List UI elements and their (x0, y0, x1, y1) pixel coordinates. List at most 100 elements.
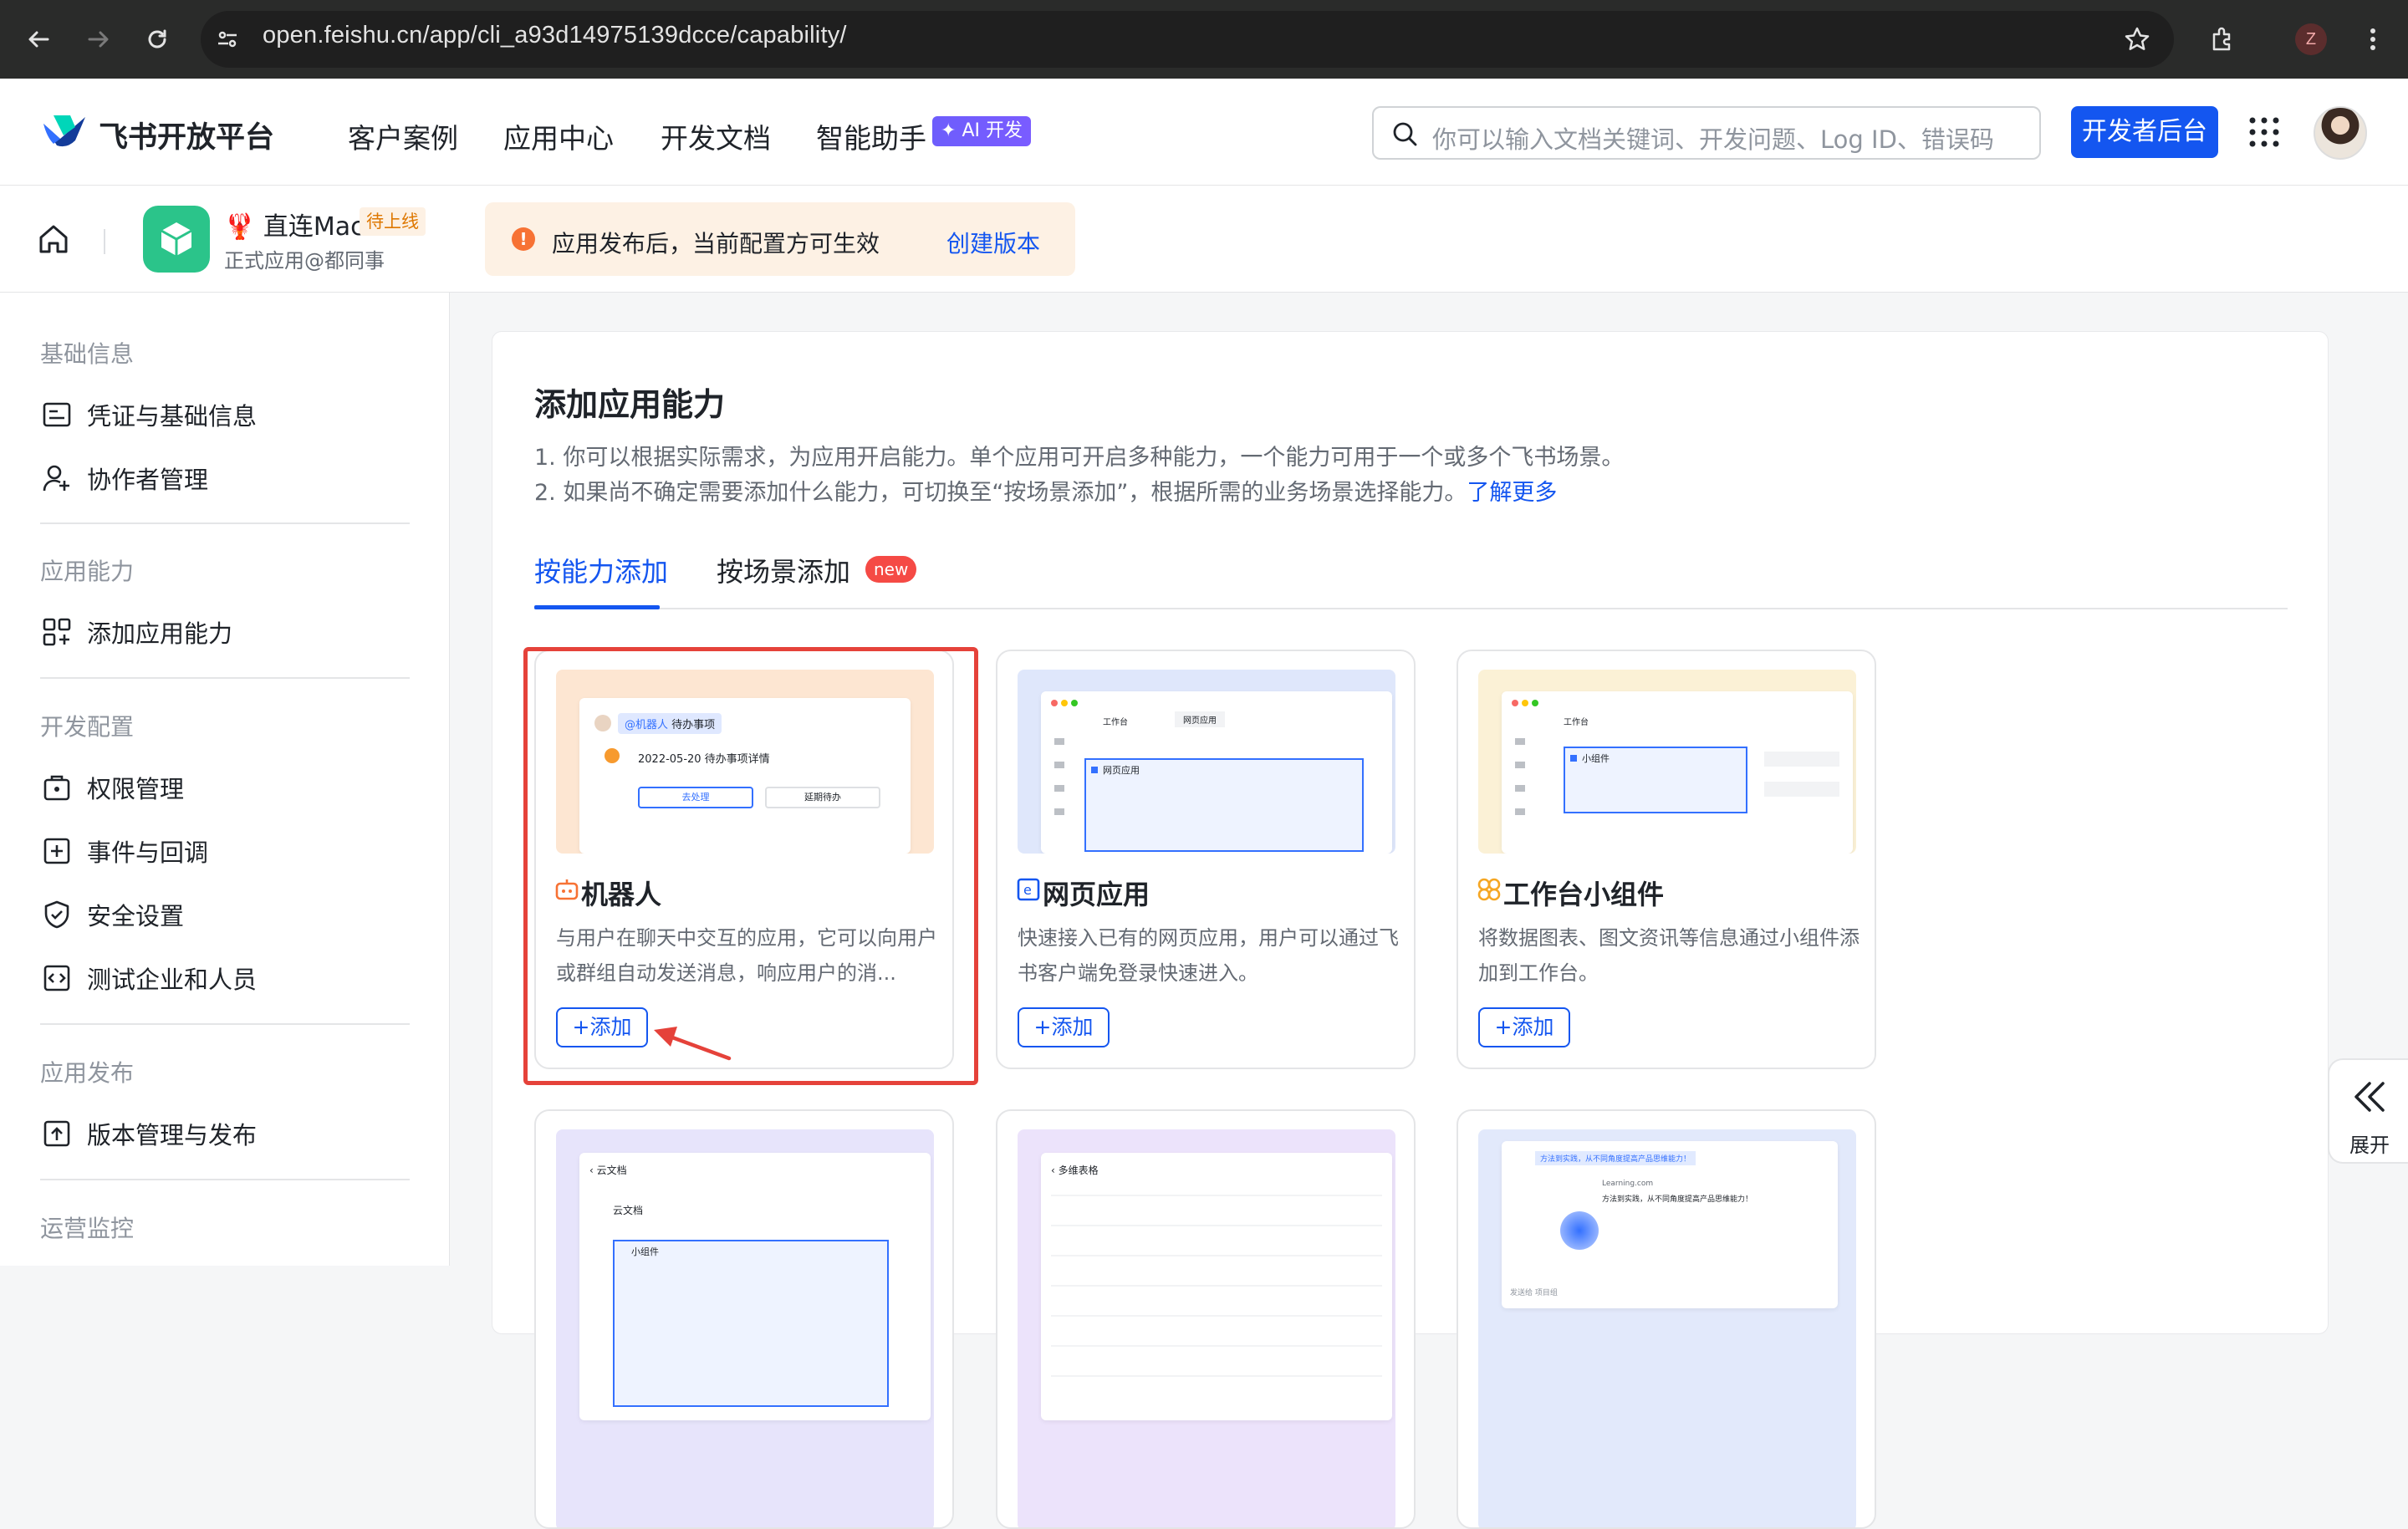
sidebar-item-label: 协作者管理 (87, 466, 209, 494)
sidebar-divider (40, 677, 410, 679)
window-preview: 工作台 网页应用 网页应用 (1041, 691, 1392, 854)
annotation-arrow-icon (654, 1027, 732, 1061)
sidebar-item-security[interactable]: 安全设置 (40, 894, 184, 935)
card-description: 快速接入已有的网页应用，用户可以通过飞书客户端免登录快速进入。 (1018, 926, 1399, 985)
learn-more-link[interactable]: 了解更多 (1467, 480, 1557, 506)
add-label: 添加 (1051, 1015, 1094, 1039)
tab-workspace: 工作台 (1564, 718, 1589, 727)
feishu-logo-icon[interactable] (42, 112, 89, 154)
highlight-box (523, 647, 978, 1085)
home-icon[interactable] (37, 222, 70, 259)
tab-by-capability[interactable]: 按能力添加 (534, 551, 668, 589)
sidebar-item-label: 事件与回调 (87, 838, 209, 867)
sidebar-group-dev-config: 开发配置 (40, 713, 135, 741)
docs-sub: 云文档 (613, 1205, 644, 1216)
svg-text:e: e (1023, 882, 1032, 898)
user-avatar[interactable] (2314, 106, 2367, 160)
base-head-text: 多维表格 (1058, 1165, 1099, 1176)
sidebar-item-test-tenants[interactable]: 测试企业和人员 (40, 958, 257, 998)
plus-icon: + (1033, 1015, 1052, 1039)
capability-card-widget[interactable]: 工作台 小组件 工作台小组件 将数据图表、图文资讯等信息通过小组件添加到工作台。… (1457, 650, 1876, 1069)
card-title: 网页应用 (1043, 879, 1150, 910)
link-line-2: 方法到实践，从不同角度提高产品思维能力！ (1602, 1195, 1753, 1204)
card-description: 将数据图表、图文资讯等信息通过小组件添加到工作台。 (1478, 926, 1860, 985)
sidebar-item-label: 安全设置 (87, 902, 185, 930)
plus-icon: + (1494, 1015, 1513, 1039)
nav-customer-cases[interactable]: 客户案例 (348, 116, 458, 156)
card-title: 工作台小组件 (1503, 879, 1665, 910)
capability-card-link-preview[interactable]: 方法到实践，从不同角度提高产品思维能力！ Learning.com 方法到实践，… (1457, 1109, 1876, 1529)
browser-menu-icon[interactable] (2354, 21, 2391, 58)
lock-icon (40, 771, 74, 804)
add-label: 添加 (1512, 1015, 1554, 1039)
brand-name[interactable]: 飞书开放平台 (99, 114, 274, 156)
sidebar-group-basic: 基础信息 (40, 340, 135, 368)
add-user-icon (40, 461, 74, 495)
nav-app-center[interactable]: 应用中心 (503, 116, 614, 156)
capability-card-base[interactable]: ‹ 多维表格 (996, 1109, 1416, 1529)
sidebar-item-credentials[interactable]: 凭证与基础信息 (40, 395, 257, 435)
forward-icon[interactable] (80, 21, 117, 58)
app-status-badge: 待上线 (360, 207, 426, 236)
chat-preview: 方法到实践，从不同角度提高产品思维能力！ Learning.com 方法到实践，… (1502, 1141, 1838, 1308)
sidebar-group-release: 应用发布 (40, 1059, 135, 1087)
search-placeholder: 你可以输入文档关键词、开发问题、Log ID、错误码 (1432, 125, 1994, 154)
docs-head: ‹ 云文档 (589, 1165, 627, 1176)
sidebar-group-monitoring: 运营监控 (40, 1215, 135, 1242)
tab-workspace: 工作台 (1103, 718, 1128, 727)
sidebar-item-label: 版本管理与发布 (87, 1121, 258, 1149)
id-card-icon (40, 398, 74, 431)
sparkle-icon: ✦ (941, 120, 962, 141)
expand-label: 展开 (2349, 1134, 2390, 1157)
sidebar-item-label: 添加应用能力 (87, 619, 233, 648)
publish-notice: ! 应用发布后，当前配置方可生效 创建版本 (485, 202, 1075, 276)
widget-label: 小组件 (1582, 753, 1610, 764)
widget-icon (1477, 878, 1501, 901)
web-app-frame: 网页应用 (1084, 758, 1364, 852)
browser-toolbar: open.feishu.cn/app/cli_a93d14975139dcce/… (0, 0, 2408, 79)
back-icon[interactable] (20, 21, 57, 58)
web-app-preview-image: 工作台 网页应用 网页应用 (1018, 670, 1395, 854)
extensions-icon[interactable] (2204, 21, 2241, 58)
developer-console-button[interactable]: 开发者后台 (2071, 106, 2218, 158)
nav-smart-assistant[interactable]: 智能助手 (816, 116, 926, 156)
sidebar-item-label: 权限管理 (87, 775, 185, 803)
sidebar-item-events[interactable]: 事件与回调 (40, 831, 208, 871)
sidebar-item-permissions[interactable]: 权限管理 (40, 767, 184, 808)
sidebar-divider (40, 1179, 410, 1180)
capability-card-web-app[interactable]: 工作台 网页应用 网页应用 e 网页应用 快速接入已有的网页应用，用户可以通过飞… (996, 650, 1416, 1069)
ai-dev-badge[interactable]: ✦ AI 开发 (932, 116, 1031, 146)
header-divider (104, 229, 105, 254)
sidebar: 基础信息 凭证与基础信息 协作者管理 应用能力 添加应用能力 开发配置 权限管理… (0, 293, 450, 1266)
capability-card-docs[interactable]: ‹ 云文档 云文档 小组件 (534, 1109, 954, 1529)
description-line-2: 2. 如果尚不确定需要添加什么能力，可切换至“按场景添加”，根据所需的业务场景选… (534, 474, 1557, 507)
app-header: 🦞 直连Mac 待上线 正式应用@都同事 ! 应用发布后，当前配置方可生效 创建… (0, 186, 2408, 293)
new-badge: new (865, 556, 917, 583)
tabs-divider (534, 608, 2288, 609)
sidebar-item-add-capability[interactable]: 添加应用能力 (40, 612, 232, 652)
reload-icon[interactable] (139, 21, 176, 58)
site-settings-icon[interactable] (209, 21, 246, 58)
create-version-link[interactable]: 创建版本 (946, 226, 1040, 259)
app-grid-icon[interactable] (2247, 115, 2281, 152)
profile-avatar[interactable]: Z (2293, 21, 2329, 58)
widget-frame: 小组件 (1564, 747, 1747, 813)
tab-by-scenario[interactable]: 按场景添加 (717, 551, 850, 589)
sidebar-item-collaborators[interactable]: 协作者管理 (40, 458, 208, 498)
docs-widget-label: 小组件 (631, 1246, 659, 1257)
app-icon (143, 206, 210, 273)
top-navigation: 飞书开放平台 客户案例 应用中心 开发文档 智能助手 ✦ AI 开发 你可以输入… (0, 79, 2408, 186)
link-site: Learning.com (1602, 1180, 1654, 1188)
nav-dev-docs[interactable]: 开发文档 (661, 116, 771, 156)
add-widget-button[interactable]: +添加 (1478, 1007, 1570, 1047)
doc-search-input[interactable]: 你可以输入文档关键词、开发问题、Log ID、错误码 (1372, 106, 2041, 160)
grid-add-icon (40, 615, 74, 649)
add-web-app-button[interactable]: +添加 (1018, 1007, 1110, 1047)
sidebar-item-versions[interactable]: 版本管理与发布 (40, 1114, 257, 1154)
bookmark-star-icon[interactable] (2119, 21, 2155, 58)
message-input: 发送给 项目组 (1510, 1289, 1558, 1297)
url-text[interactable]: open.feishu.cn/app/cli_a93d14975139dcce/… (263, 22, 847, 49)
shield-icon (40, 898, 74, 931)
ai-badge-label: AI 开发 (962, 120, 1023, 141)
expand-button[interactable]: 展开 (2328, 1058, 2408, 1164)
